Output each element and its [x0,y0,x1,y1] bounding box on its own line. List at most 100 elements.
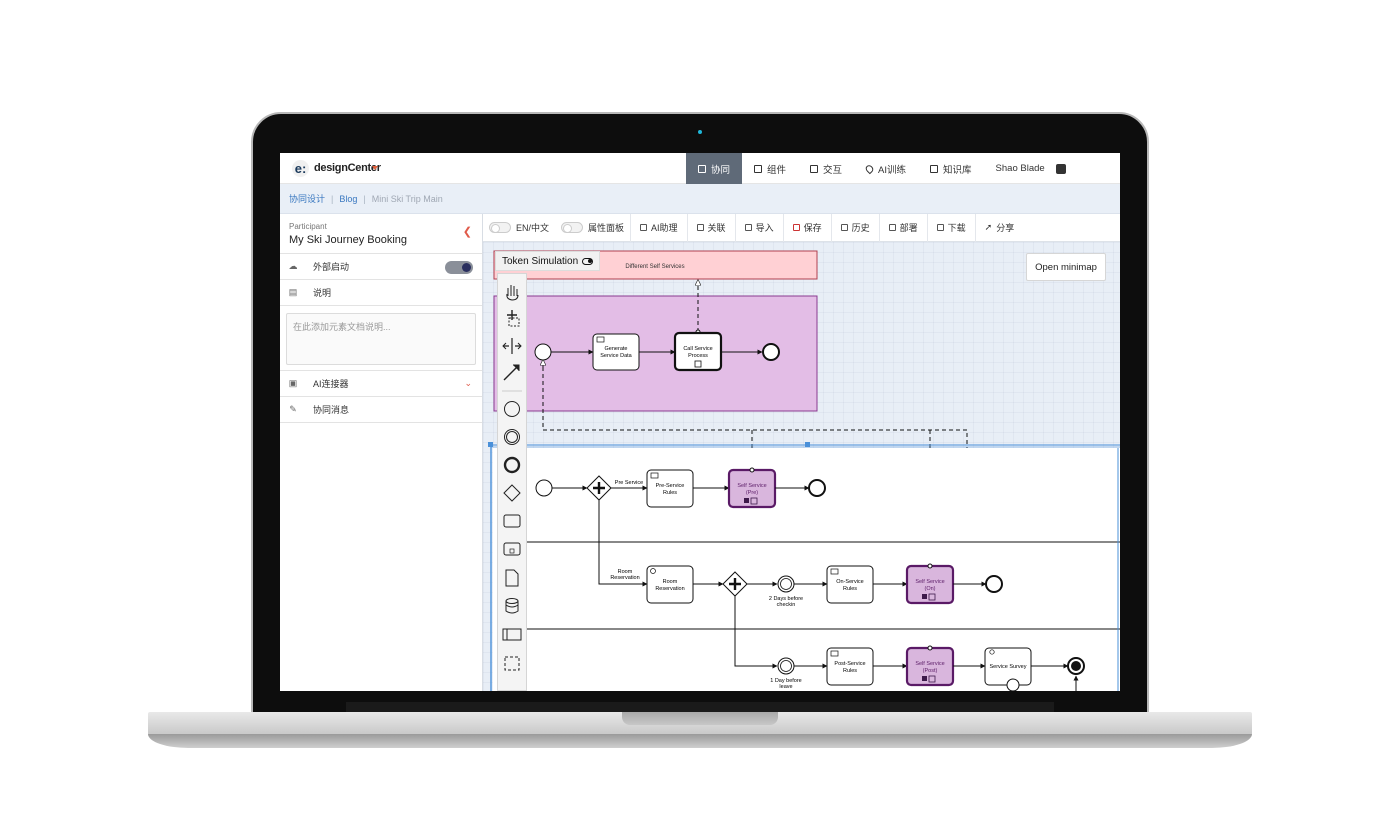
start-event-tool-icon[interactable] [504,401,520,417]
collab-icon [698,164,706,173]
nav-item-collab[interactable]: 协同 [686,153,743,184]
resize-handle[interactable] [805,442,810,447]
flow-label: Reservation [610,575,639,581]
subprocess-tool-icon[interactable] [503,542,521,556]
collab-message-label: 协同消息 [313,405,350,415]
token-simulation-toggle[interactable]: Token Simulation [495,251,601,271]
description-section: 在此添加元素文档说明... [280,306,482,371]
task-label: Process [688,353,708,359]
book-icon [930,164,939,173]
diagram-canvas[interactable]: Different Self Services Generate Service… [483,242,1120,691]
task-label: Self Service [915,661,944,667]
data-store-tool-icon[interactable] [505,598,519,614]
breadcrumb-separator: | [363,193,366,204]
user-menu[interactable]: Shao Blade [984,153,1078,184]
nav-item-components[interactable]: 组件 [742,153,798,184]
pool-label: Different Self Services [625,264,684,270]
share-button[interactable]: ➚ 分享 [974,213,1024,242]
interaction-icon [810,164,819,173]
nav-item-ai-training[interactable]: AI训练 [854,153,918,184]
task-label: Service Data [600,353,632,359]
language-toggle[interactable] [489,222,511,233]
app-switcher-caret-icon[interactable] [372,166,378,170]
app-screen: e: designCenter 协同 组件 交互 AI训练 知识库 Shao B… [280,153,1120,691]
properties-panel: Participant My Ski Journey Booking ❮ ☁ 外… [280,214,483,691]
data-object-tool-icon[interactable] [505,569,519,587]
boundary-timer-event[interactable] [1006,678,1020,691]
task-generate-service-data[interactable] [592,333,640,371]
ai-connector-row[interactable]: ▣ AI连接器 ⌄ [280,371,482,397]
external-start-row: ☁ 外部启动 [280,254,482,280]
resize-handle[interactable] [488,442,493,447]
external-start-label: 外部启动 [313,262,350,272]
hand-tool-icon[interactable] [506,285,519,301]
end-event[interactable] [762,343,780,361]
properties-panel-toggle[interactable] [561,222,584,233]
palette-icons [502,285,522,671]
deploy-button[interactable]: 部署 [878,213,927,242]
message-flow-end [927,645,933,651]
end-event[interactable] [808,479,826,497]
collab-message-row[interactable]: ✎ 协同消息 [280,397,482,423]
connect-tool-icon[interactable] [503,364,520,381]
task-label: Self Service [915,579,944,585]
end-event-tool-icon[interactable] [503,456,521,474]
save-button[interactable]: 保存 [782,213,831,242]
app-logo-text: designCenter [314,162,381,174]
nav-item-knowledge[interactable]: 知识库 [918,153,984,184]
task-label: Call Service [683,346,712,352]
collapse-panel-icon[interactable]: ❮ [463,225,472,238]
breadcrumb-separator: | [331,193,334,204]
button-label: 部署 [899,223,918,233]
task-label: Rules [843,668,857,674]
chevron-down-icon[interactable]: ⌄ [464,378,472,389]
space-tool-icon[interactable] [502,338,522,354]
cloud-icon: ☁ [288,261,298,271]
language-toggle-label: EN/中文 [516,223,550,233]
open-minimap-button[interactable]: Open minimap [1026,253,1106,281]
task-label: Generate [605,346,628,352]
bpmn-diagram: Different Self Services Generate Service… [488,250,1120,691]
breadcrumb-item-collab-design[interactable]: 协同设计 [289,192,325,205]
intermediate-event-tool-icon[interactable] [504,429,520,445]
user-name: Shao Blade [995,163,1045,174]
external-start-toggle[interactable] [445,261,473,274]
pool-tool-icon[interactable] [502,628,522,641]
task-label: Room [663,579,678,585]
nav-item-label: 协同 [711,164,731,176]
group-tool-icon[interactable] [504,656,520,671]
component-icon [754,164,763,173]
documentation-textarea[interactable]: 在此添加元素文档说明... [286,313,476,365]
start-event[interactable] [534,343,552,361]
download-button[interactable]: 下载 [926,213,975,242]
description-label: 说明 [313,288,332,298]
breadcrumb: 协同设计 | Blog | Mini Ski Trip Main [280,184,1120,214]
end-event[interactable] [985,575,1003,593]
message-flow-end [927,563,933,569]
task-label: Self Service [737,483,766,489]
gateway-tool-icon[interactable] [503,484,521,502]
chat-icon [640,224,648,231]
nav-item-interaction[interactable]: 交互 [798,153,854,184]
breadcrumb-item-blog[interactable]: Blog [339,194,357,204]
nav-item-label: 组件 [767,164,787,176]
breadcrumb-item-current: Mini Ski Trip Main [371,193,443,204]
button-label: 导入 [755,223,774,233]
task-tool-icon[interactable] [503,514,521,528]
lasso-tool-icon[interactable] [507,310,520,327]
task-label: Rules [663,490,677,496]
link-button[interactable]: 关联 [686,213,735,242]
start-event[interactable] [535,479,553,497]
import-button[interactable]: 导入 [734,213,783,242]
task-label: (Pre) [746,490,758,496]
terminate-marker [1071,661,1081,671]
button-label: 历史 [851,223,870,233]
task-label: Reservation [655,586,684,592]
save-icon [792,224,800,231]
document-icon: ▤ [288,287,298,297]
ai-assistant-button[interactable]: AI助理 [630,213,687,242]
button-label: 下载 [947,223,966,233]
logo-icon: e: [292,160,309,177]
button-label: 关联 [707,223,726,233]
history-button[interactable]: 历史 [830,213,879,242]
